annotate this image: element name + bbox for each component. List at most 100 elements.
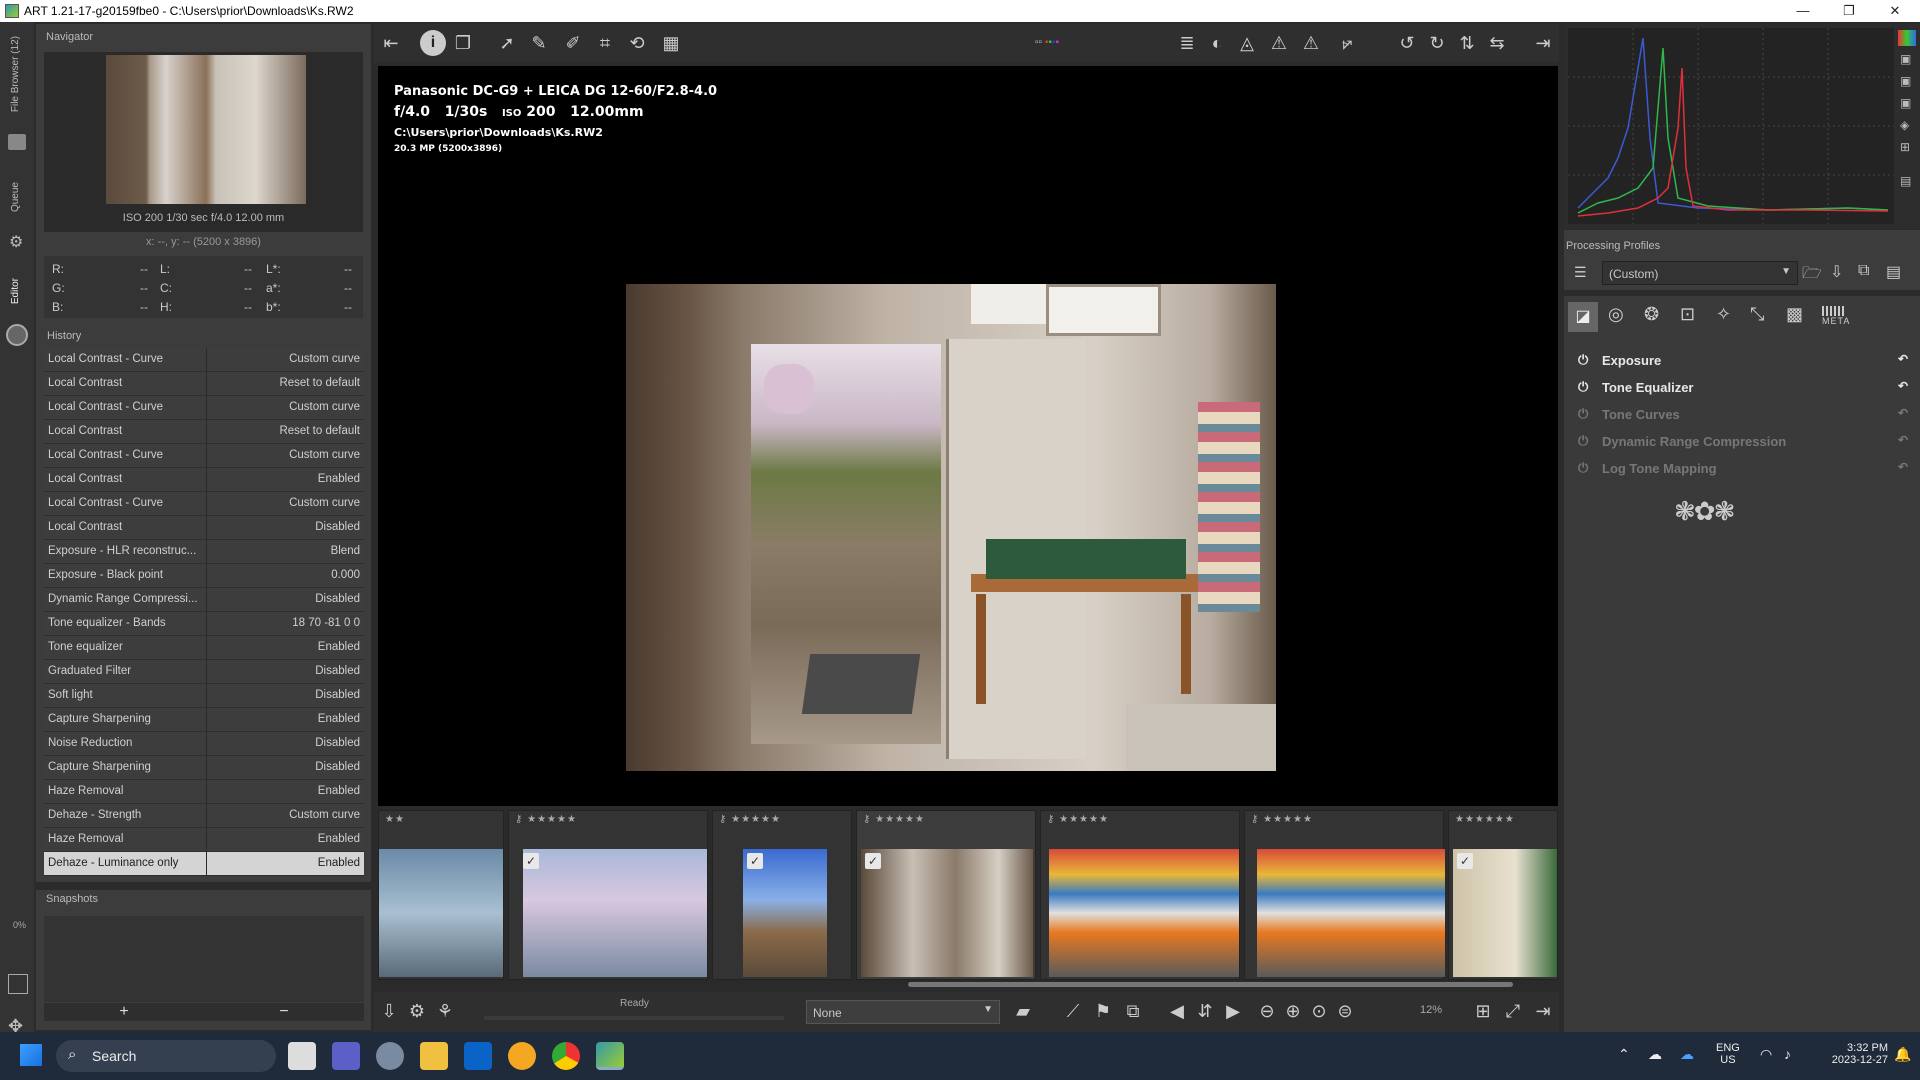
history-item[interactable]: Soft light Disabled bbox=[44, 684, 364, 708]
meta-tab[interactable]: META bbox=[1822, 306, 1850, 326]
thumbnail-2[interactable]: ⚷ ★★★★★ ✓ bbox=[508, 810, 708, 980]
power-icon[interactable]: ⏻ bbox=[1578, 379, 1588, 395]
rating-stars[interactable]: ⚷ ★★★★★ bbox=[719, 814, 781, 825]
history-item[interactable]: Graduated Filter Disabled bbox=[44, 660, 364, 684]
history-item[interactable]: Exposure - HLR reconstruc... Blend bbox=[44, 540, 364, 564]
history-item[interactable]: Haze Removal Enabled bbox=[44, 828, 364, 852]
main-photo[interactable] bbox=[626, 284, 1276, 771]
gear-icon[interactable]: ⚙ bbox=[9, 232, 23, 252]
zoom-out-icon[interactable]: ⊖ bbox=[1254, 998, 1280, 1024]
transform-tab-icon[interactable]: ⤡ bbox=[1750, 304, 1764, 325]
power-icon[interactable]: ⏻ bbox=[1578, 460, 1588, 476]
navigator-preview[interactable] bbox=[44, 52, 363, 232]
remove-snapshot-button[interactable]: − bbox=[204, 1003, 364, 1021]
gamut-icon[interactable]: ◬ bbox=[1234, 30, 1260, 56]
preview-channels-icon[interactable]: ▫▫ ▪▪▪▪ bbox=[1034, 30, 1060, 56]
history-item[interactable]: Local Contrast - Curve Custom curve bbox=[44, 396, 364, 420]
paste-profile-icon[interactable]: ▤ bbox=[1886, 262, 1901, 282]
warning-shadows-icon[interactable]: ⚠ bbox=[1266, 30, 1292, 56]
local-adjustments-tab-icon[interactable]: ⊡ bbox=[1680, 304, 1695, 325]
tab-queue[interactable]: Queue bbox=[10, 182, 21, 212]
save-profile-icon[interactable]: ⇩ bbox=[1830, 262, 1843, 282]
thumbnail-checkbox[interactable]: ✓ bbox=[865, 853, 881, 869]
preset-select[interactable]: None ▼ bbox=[806, 1000, 1000, 1024]
sync-icon[interactable]: ⇵ bbox=[1192, 998, 1218, 1024]
profile-list-icon[interactable]: ☰ bbox=[1574, 264, 1587, 281]
outlook-icon[interactable] bbox=[464, 1042, 492, 1070]
blue-channel-icon[interactable]: ▣ bbox=[1900, 96, 1911, 110]
detail-tab-icon[interactable]: ◎ bbox=[1608, 304, 1624, 325]
soft-proof-icon[interactable]: ⟋ bbox=[1060, 998, 1086, 1024]
thumbnail-checkbox[interactable]: ✓ bbox=[523, 853, 539, 869]
reset-icon[interactable]: ↶ bbox=[1898, 406, 1908, 420]
hide-panel-icon[interactable]: ⇤ bbox=[378, 30, 404, 56]
white-balance-icon[interactable]: ✐ bbox=[560, 30, 586, 56]
channel-toggle-icon[interactable] bbox=[1898, 30, 1916, 46]
profile-select[interactable]: (Custom) ▼ bbox=[1602, 261, 1798, 285]
art-taskbar-icon[interactable] bbox=[596, 1042, 624, 1070]
rating-stars[interactable]: ★★ bbox=[385, 814, 405, 825]
history-item[interactable]: Tone equalizer - Bands 18 70 -81 0 0 bbox=[44, 612, 364, 636]
clock[interactable]: 3:32 PM 2023-12-27 bbox=[1808, 1042, 1888, 1066]
thumbnail-4-selected[interactable]: ⚷ ★★★★★ ✓ bbox=[856, 810, 1036, 980]
folder-icon[interactable] bbox=[8, 134, 26, 150]
hand-tool-icon[interactable]: ➚ bbox=[494, 30, 520, 56]
luminance-channel-icon[interactable]: ◈ bbox=[1900, 118, 1909, 132]
perspective-icon[interactable]: ▦ bbox=[658, 30, 684, 56]
history-item[interactable]: Local Contrast Reset to default bbox=[44, 372, 364, 396]
history-item[interactable]: Local Contrast - Curve Custom curve bbox=[44, 348, 364, 372]
power-icon[interactable]: ⏻ bbox=[1578, 352, 1588, 368]
chevron-up-icon[interactable]: ⌃ bbox=[1618, 1046, 1630, 1063]
histogram-mode-icon[interactable]: ▤ bbox=[1900, 174, 1911, 188]
previous-image-icon[interactable]: ◀ bbox=[1164, 998, 1190, 1024]
reset-icon[interactable]: ↶ bbox=[1898, 433, 1908, 447]
editor-external-icon[interactable]: ⚘ bbox=[432, 998, 458, 1024]
tool-item[interactable]: ⏻ Tone Equalizer ↶ bbox=[1574, 377, 1914, 401]
rating-stars[interactable]: ⚷ ★★★★★ bbox=[863, 814, 925, 825]
close-button[interactable]: ✕ bbox=[1872, 0, 1918, 22]
thumbnail-6[interactable]: ⚷ ★★★★★ bbox=[1244, 810, 1445, 980]
power-icon[interactable]: ⏻ bbox=[1578, 433, 1588, 449]
snapshot-compare-icon[interactable]: ⧉ bbox=[1120, 998, 1146, 1024]
open-profile-icon[interactable]: 🗁 bbox=[1802, 262, 1822, 289]
volume-icon[interactable]: ♪ bbox=[1784, 1046, 1791, 1062]
weather-icon[interactable] bbox=[508, 1042, 536, 1070]
history-item[interactable]: Local Contrast Disabled bbox=[44, 516, 364, 540]
green-channel-icon[interactable]: ▣ bbox=[1900, 74, 1911, 88]
save-icon[interactable]: ⇩ bbox=[376, 998, 402, 1024]
onedrive-blue-icon[interactable]: ☁ bbox=[1680, 1046, 1694, 1063]
thumbnail-3[interactable]: ⚷ ★★★★★ ✓ bbox=[712, 810, 852, 980]
queue-gear-icon[interactable]: ⚙ bbox=[404, 998, 430, 1024]
zoom-fit-icon[interactable]: ⊙ bbox=[1306, 998, 1332, 1024]
color-tab-icon[interactable]: ❂ bbox=[1644, 304, 1659, 325]
history-item[interactable]: Dehaze - Luminance only Enabled bbox=[44, 852, 364, 876]
reset-icon[interactable]: ↶ bbox=[1898, 460, 1908, 474]
language-indicator[interactable]: ENG US bbox=[1716, 1042, 1740, 1066]
crop-icon[interactable]: ⌗ bbox=[592, 30, 618, 56]
red-channel-icon[interactable]: ▣ bbox=[1900, 52, 1911, 66]
copy-profile-icon[interactable]: ⧉ bbox=[1858, 262, 1869, 280]
color-picker-icon[interactable]: ✎ bbox=[526, 30, 552, 56]
history-item[interactable]: Dehaze - Strength Custom curve bbox=[44, 804, 364, 828]
panel-toggle-icon[interactable]: ⇥ bbox=[1530, 998, 1556, 1024]
snapshots-list[interactable] bbox=[44, 916, 364, 1002]
straighten-icon[interactable]: ⟲ bbox=[624, 30, 650, 56]
history-item[interactable]: Local Contrast Reset to default bbox=[44, 420, 364, 444]
focus-mask-icon[interactable]: ≣ bbox=[1174, 30, 1200, 56]
notification-icon[interactable]: 🔔 bbox=[1894, 1046, 1911, 1063]
history-item[interactable]: Capture Sharpening Disabled bbox=[44, 756, 364, 780]
aperture-icon[interactable] bbox=[6, 324, 28, 346]
tab-editor[interactable]: Editor bbox=[10, 278, 21, 304]
contrast-icon[interactable]: ◐ bbox=[1204, 30, 1230, 56]
tool-item[interactable]: ⏻ Exposure ↶ bbox=[1574, 350, 1914, 374]
effects-tab-icon[interactable]: ✧ bbox=[1716, 304, 1731, 325]
color-profile-icon[interactable]: ▰ bbox=[1010, 998, 1036, 1024]
new-window-icon[interactable]: ⊞ bbox=[1470, 998, 1496, 1024]
before-after-icon[interactable]: ❐ bbox=[450, 30, 476, 56]
collapse-panel-icon[interactable]: ⇥ bbox=[1530, 30, 1556, 56]
history-item[interactable]: Capture Sharpening Enabled bbox=[44, 708, 364, 732]
task-view-icon[interactable] bbox=[288, 1042, 316, 1070]
flip-horizontal-icon[interactable]: ⇆ bbox=[1484, 30, 1510, 56]
history-item[interactable]: Local Contrast - Curve Custom curve bbox=[44, 492, 364, 516]
rotate-right-icon[interactable]: ↻ bbox=[1424, 30, 1450, 56]
